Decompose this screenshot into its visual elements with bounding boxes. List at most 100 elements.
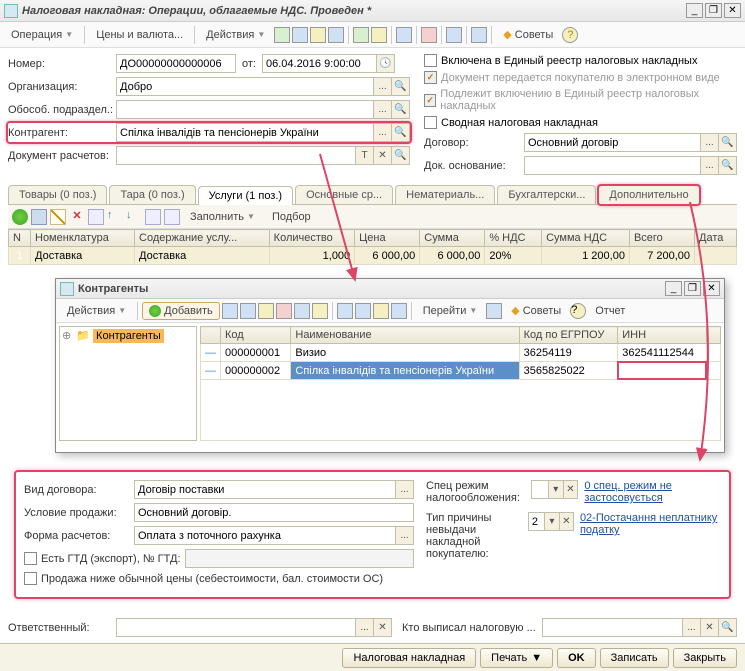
org-input[interactable]: Добро — [116, 77, 374, 96]
sub-move-icon[interactable] — [312, 303, 328, 319]
sub-goto-menu[interactable]: Перейти▼ — [416, 302, 485, 320]
col-code[interactable]: Код — [221, 327, 291, 344]
obosob-select-button[interactable]: ... — [374, 100, 392, 119]
dogovor-open-button[interactable]: 🔍 — [719, 133, 737, 152]
cell-nomenclature[interactable]: Доставка — [31, 247, 135, 265]
org-select-button[interactable]: ... — [374, 77, 392, 96]
tab-tara[interactable]: Тара (0 поз.) — [109, 185, 195, 204]
operation-menu[interactable]: Операция▼ — [4, 26, 80, 44]
sub-tips-button[interactable]: ◆Советы — [504, 301, 568, 320]
sub-minimize-button[interactable]: _ — [665, 281, 682, 296]
save-icon[interactable] — [292, 27, 308, 43]
table-row[interactable]: — 000000001 Визио 36254119 362541112544 — [201, 344, 721, 362]
forma-select-button[interactable]: ... — [396, 526, 414, 545]
sub-delete-icon[interactable] — [276, 303, 292, 319]
minimize-button[interactable]: _ — [686, 3, 703, 18]
tab-additional[interactable]: Дополнительно — [598, 185, 699, 204]
col-vat[interactable]: % НДС — [485, 230, 542, 247]
date-input[interactable]: 06.04.2016 9:00:00 — [262, 54, 377, 73]
typ-reason-clear-button[interactable]: ✕ — [560, 512, 574, 531]
navigate-icon[interactable] — [310, 27, 326, 43]
tree-root[interactable]: Контрагенты — [93, 329, 164, 343]
cell-name[interactable]: Визио — [291, 344, 519, 362]
spec-regime-input[interactable] — [531, 480, 549, 499]
cell-name[interactable]: Спілка інвалідів та пенсіонерів України — [291, 362, 519, 380]
edit-row-icon[interactable] — [50, 209, 66, 225]
sub-hierarchy-icon[interactable] — [294, 303, 310, 319]
cell-date[interactable] — [695, 247, 737, 265]
debit-credit-icon[interactable] — [421, 27, 437, 43]
obosob-open-button[interactable]: 🔍 — [392, 100, 410, 119]
sub-add-button[interactable]: Добавить — [142, 302, 220, 320]
gtd-checkbox[interactable] — [24, 552, 37, 565]
spec-regime-clear-button[interactable]: ✕ — [564, 480, 579, 499]
typ-reason-input[interactable]: 2 — [528, 512, 545, 531]
cell-edrpou[interactable]: 3565825022 — [519, 362, 618, 380]
sub-refresh-icon[interactable] — [391, 303, 407, 319]
tab-fixed-assets[interactable]: Основные ср... — [295, 185, 393, 204]
sub-help-icon[interactable]: ? — [570, 303, 586, 319]
list-icon[interactable] — [471, 27, 487, 43]
who-issued-open-button[interactable]: 🔍 — [719, 618, 737, 637]
add-row-icon[interactable] — [12, 209, 28, 225]
col-content[interactable]: Содержание услу... — [135, 230, 270, 247]
sub-edit-icon[interactable] — [258, 303, 274, 319]
help-icon[interactable]: ? — [562, 27, 578, 43]
col-qty[interactable]: Количество — [269, 230, 355, 247]
cell-edrpou[interactable]: 36254119 — [519, 344, 618, 362]
spec-regime-link[interactable]: 0 спец. режим не застосовується — [584, 480, 721, 504]
forma-input[interactable]: Оплата з поточного рахунка — [134, 526, 396, 545]
cell-vat-sum[interactable]: 1 200,00 — [542, 247, 630, 265]
table-row[interactable]: — 000000002 Спілка інвалідів та пенсіоне… — [201, 362, 721, 380]
delete-row-icon[interactable] — [69, 209, 85, 225]
table-row[interactable]: 1 Доставка Доставка 1,000 6 000,00 6 000… — [9, 247, 737, 265]
sort-asc-icon[interactable] — [145, 209, 161, 225]
report-icon[interactable] — [396, 27, 412, 43]
sub-actions-menu[interactable]: Действия▼ — [60, 302, 133, 320]
prices-button[interactable]: Цены и валюта... — [89, 26, 190, 44]
sub-filter2-icon[interactable] — [355, 303, 371, 319]
contragents-tree[interactable]: ⊕ 📁 Контрагенты — [59, 326, 197, 441]
sub-print-icon[interactable] — [486, 303, 502, 319]
cell-sum[interactable]: 6 000,00 — [420, 247, 485, 265]
cell-inn[interactable] — [618, 362, 707, 380]
close-window-button[interactable]: Закрыть — [673, 648, 737, 668]
contragent-open-button[interactable]: 🔍 — [392, 123, 410, 142]
cell-code[interactable]: 000000002 — [221, 362, 291, 380]
tax-invoice-button[interactable]: Налоговая накладная — [342, 648, 476, 668]
docosn-input[interactable] — [524, 156, 701, 175]
move-up-icon[interactable] — [107, 209, 123, 225]
docr-open-button[interactable]: 🔍 — [392, 146, 410, 165]
cell-code[interactable]: 000000001 — [221, 344, 291, 362]
sub-copy-icon[interactable] — [240, 303, 256, 319]
move-start-icon[interactable] — [88, 209, 104, 225]
sub-report-button[interactable]: Отчет — [588, 302, 632, 320]
tab-goods[interactable]: Товары (0 поз.) — [8, 185, 107, 204]
sub-add-group-icon[interactable] — [222, 303, 238, 319]
sub-filter3-icon[interactable] — [373, 303, 389, 319]
col-total[interactable]: Всего — [629, 230, 694, 247]
org-open-button[interactable]: 🔍 — [392, 77, 410, 96]
col-sum[interactable]: Сумма — [420, 230, 485, 247]
dogovor-input[interactable]: Основний договір — [524, 133, 701, 152]
cell-qty[interactable]: 1,000 — [269, 247, 355, 265]
who-issued-select-button[interactable]: ... — [683, 618, 701, 637]
col-vat-sum[interactable]: Сумма НДС — [542, 230, 630, 247]
copy-icon[interactable] — [328, 27, 344, 43]
docosn-open-button[interactable]: 🔍 — [719, 156, 737, 175]
col-nomenclature[interactable]: Номенклатура — [31, 230, 135, 247]
vid-dogovor-select-button[interactable]: ... — [396, 480, 414, 499]
sub-filter1-icon[interactable] — [337, 303, 353, 319]
paragraph-icon[interactable] — [446, 27, 462, 43]
dogovor-select-button[interactable]: ... — [701, 133, 719, 152]
docosn-select-button[interactable]: ... — [701, 156, 719, 175]
cell-inn[interactable]: 362541112544 — [618, 344, 707, 362]
uslovie-input[interactable]: Основний договір. — [134, 503, 414, 522]
cell-vat[interactable]: 20% — [485, 247, 542, 265]
move-down-icon[interactable] — [126, 209, 142, 225]
number-input[interactable]: ДО00000000000006 — [116, 54, 236, 73]
col-n[interactable]: N — [9, 230, 31, 247]
docr-clear-button[interactable]: T — [356, 146, 374, 165]
contragent-select-button[interactable]: ... — [374, 123, 392, 142]
col-date[interactable]: Дата — [695, 230, 737, 247]
